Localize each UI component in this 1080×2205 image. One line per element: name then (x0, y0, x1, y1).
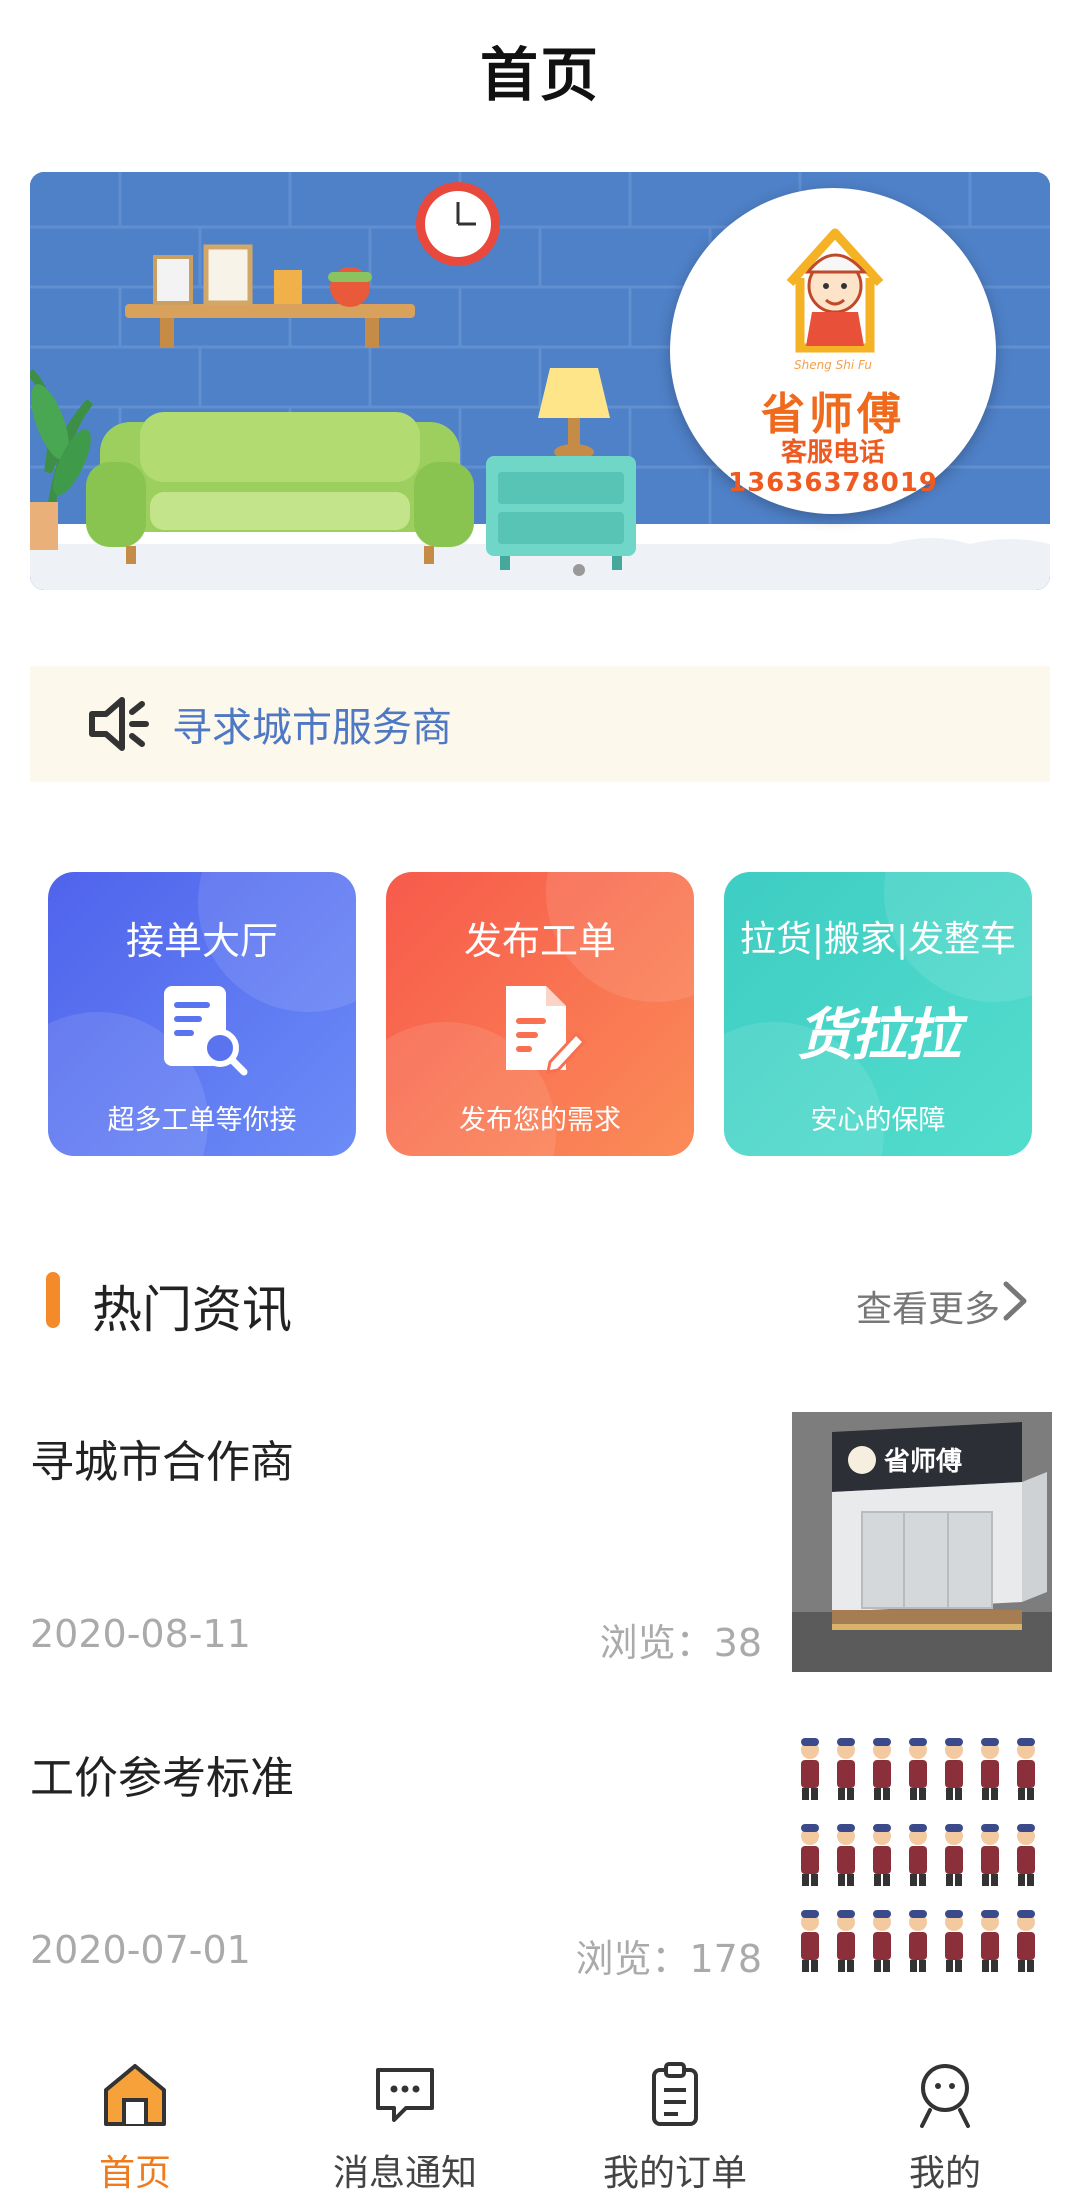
page-title: 首页 (479, 41, 600, 109)
home-page: 首页 Sheng Shi Fu 省师傅 客服电话 13636378019 寻求城… (0, 0, 1080, 2205)
news-date: 2020-07-01 (30, 1928, 251, 1972)
news-title: 寻城市合作商 (30, 1437, 294, 1488)
chevron-right-icon[interactable] (1000, 1278, 1030, 1324)
brand-badge: Sheng Shi Fu 省师傅 客服电话 13636378019 (670, 188, 996, 514)
notice-text: 寻求城市服务商 (172, 705, 452, 751)
bottom-tab-bar: 首页 消息通知 我的订单 我的 (0, 2040, 1080, 2205)
news-title: 工价参考标准 (30, 1753, 294, 1804)
tab-profile[interactable]: 我的 (810, 2040, 1080, 2205)
storefront-sign-text: 省师傅 (883, 1447, 962, 1477)
speaker-icon (86, 692, 150, 756)
tab-label: 首页 (98, 2153, 171, 2194)
service-label: 客服电话 (780, 438, 885, 468)
brand-logo-icon (786, 228, 884, 353)
hot-news-header: 热门资讯 查看更多 (0, 1250, 1080, 1350)
workers-image (792, 1728, 1052, 1988)
clipboard-icon (652, 2062, 698, 2126)
card-subtitle: 超多工单等你接 (107, 1105, 297, 1136)
notice-bar[interactable]: 寻求城市服务商 (30, 666, 1050, 782)
card-subtitle: 安心的保障 (810, 1105, 946, 1136)
news-thumbnail (792, 1728, 1052, 1988)
document-search-icon (164, 986, 248, 1076)
tab-label: 消息通知 (332, 2153, 477, 2194)
card-subtitle: 发布您的需求 (459, 1105, 621, 1136)
tab-label: 我的 (908, 2153, 981, 2194)
tab-label: 我的订单 (602, 2153, 747, 2194)
news-thumbnail: 省师傅 (792, 1412, 1052, 1672)
card-title: 拉货|搬家|发整车 (739, 919, 1017, 960)
news-item[interactable]: 工价参考标准 2020-07-01 浏览：178 (0, 1728, 1080, 2008)
news-views: 浏览：178 (575, 1937, 762, 1981)
lalamove-card[interactable]: 拉货|搬家|发整车 货拉拉 安心的保障 (724, 872, 1032, 1156)
section-title: 热门资讯 (92, 1281, 292, 1339)
news-views: 浏览：38 (599, 1621, 762, 1665)
tab-home[interactable]: 首页 (0, 2040, 270, 2205)
tab-orders[interactable]: 我的订单 (540, 2040, 810, 2205)
document-edit-icon (506, 986, 587, 1074)
app-header: 首页 (0, 0, 1080, 140)
huolala-logo: 货拉拉 (797, 1003, 961, 1068)
card-title: 发布工单 (463, 919, 616, 963)
action-cards: 接单大厅 超多工单等你接 发布工单 发布您的需求 拉货|搬家|发整车 货拉拉 安… (48, 872, 1032, 1156)
tab-messages[interactable]: 消息通知 (270, 2040, 540, 2205)
storefront-image: 省师傅 (792, 1412, 1052, 1672)
home-icon (104, 2064, 166, 2126)
section-accent-bar (46, 1272, 60, 1328)
brand-pinyin: Sheng Shi Fu (793, 358, 873, 372)
message-icon (376, 2068, 434, 2122)
user-icon (920, 2064, 970, 2128)
card-title: 接单大厅 (125, 919, 278, 963)
carousel-dot[interactable] (573, 564, 585, 576)
promo-banner[interactable]: Sheng Shi Fu 省师傅 客服电话 13636378019 (30, 172, 1050, 590)
news-item[interactable]: 寻城市合作商 2020-08-11 浏览：38 省师傅 (0, 1412, 1080, 1692)
service-phone: 13636378019 (728, 468, 938, 498)
publish-order-card[interactable]: 发布工单 发布您的需求 (386, 872, 694, 1156)
view-more-link[interactable]: 查看更多 (856, 1280, 1000, 1332)
news-date: 2020-08-11 (30, 1612, 251, 1656)
order-hall-card[interactable]: 接单大厅 超多工单等你接 (48, 872, 356, 1156)
